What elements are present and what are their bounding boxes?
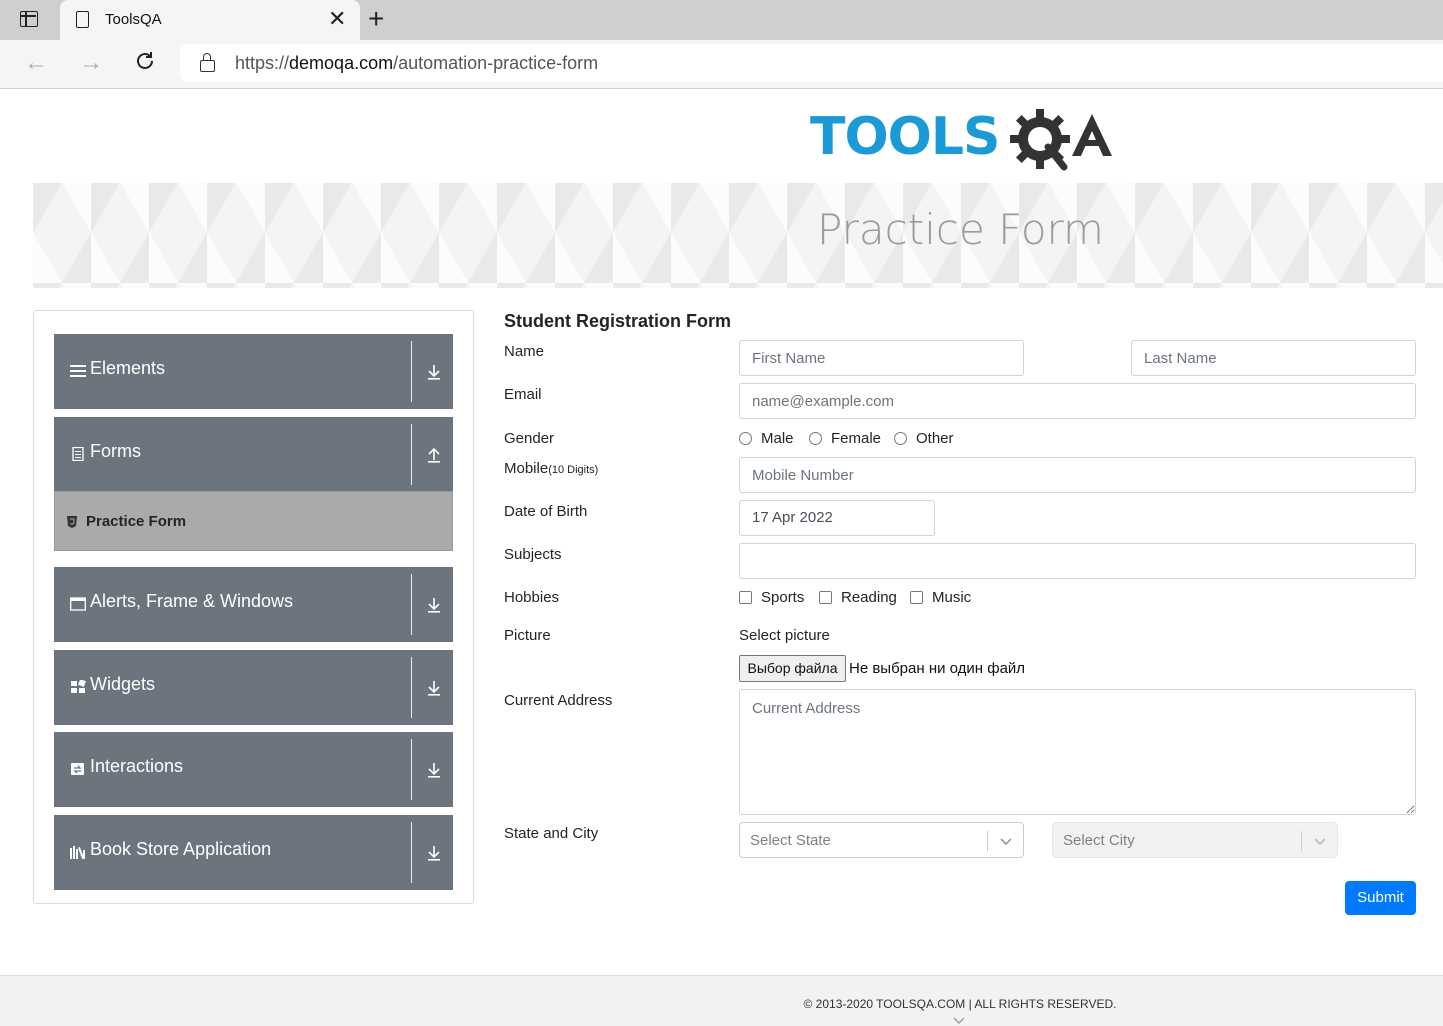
sidebar-group-elements[interactable]: Elements — [54, 334, 453, 409]
toolsqa-logo[interactable]: TOOLS — [810, 104, 1114, 174]
browser-nav-bar: ← → https://demoqa.com/automation-practi… — [0, 40, 1443, 89]
divider — [411, 424, 412, 485]
current-address-textarea[interactable] — [739, 689, 1416, 815]
back-arrow-icon[interactable]: ← — [24, 50, 48, 76]
state-city-label: State and City — [504, 825, 599, 842]
checkbox-box[interactable] — [910, 591, 923, 604]
current-address-label: Current Address — [504, 692, 613, 709]
widgets-icon — [71, 680, 86, 693]
gender-other-radio[interactable]: Other — [894, 430, 954, 447]
select-picture-label: Select picture — [739, 627, 830, 644]
document-icon — [72, 447, 84, 461]
footer-copyright: © 2013-2020 TOOLSQA.COM | ALL RIGHTS RES… — [803, 997, 1117, 1011]
close-tab-icon[interactable]: ✕ — [328, 7, 346, 31]
chevron-down-icon[interactable] — [953, 1017, 965, 1025]
picture-label: Picture — [504, 627, 551, 644]
footer: © 2013-2020 TOOLSQA.COM | ALL RIGHTS RES… — [0, 975, 1443, 1026]
page-icon — [76, 11, 89, 28]
sidebar-group-label: Book Store Application — [90, 839, 272, 859]
tab-title: ToolsQA — [105, 11, 162, 28]
svg-text:TOOLS: TOOLS — [810, 107, 999, 167]
submit-button[interactable]: Submit — [1345, 881, 1416, 915]
sidebar: Elements Forms Practice Form Alerts, Fra… — [33, 310, 474, 904]
sidebar-group-widgets[interactable]: Widgets — [54, 650, 453, 725]
url-text[interactable]: https://demoqa.com/automation-practice-f… — [235, 53, 598, 74]
name-label: Name — [504, 343, 545, 360]
choose-file-button[interactable]: Выбор файла — [739, 655, 846, 682]
divider — [411, 574, 412, 635]
divider — [987, 831, 988, 851]
file-status-text: Не выбран ни один файл — [849, 660, 1026, 677]
gender-male-radio[interactable]: Male — [739, 430, 794, 447]
new-tab-icon[interactable]: + — [368, 4, 384, 34]
checkbox-box[interactable] — [739, 591, 752, 604]
sidebar-group-label: Elements — [90, 358, 166, 378]
browser-tab[interactable]: ToolsQA ✕ — [60, 0, 360, 40]
expand-arrow-icon[interactable] — [427, 761, 441, 779]
radio-circle[interactable] — [894, 432, 907, 445]
sidebar-group-label: Forms — [90, 441, 141, 461]
dob-label: Date of Birth — [504, 503, 588, 520]
interactions-icon — [71, 763, 84, 775]
gender-female-radio[interactable]: Female — [809, 430, 881, 447]
hobby-music-checkbox[interactable]: Music — [910, 589, 971, 606]
hobby-sports-checkbox[interactable]: Sports — [739, 589, 804, 606]
sidebar-group-interactions[interactable]: Interactions — [54, 732, 453, 807]
radio-circle[interactable] — [739, 432, 752, 445]
mobile-label: Mobile(10 Digits) — [504, 460, 599, 477]
chevron-down-icon[interactable] — [1000, 835, 1012, 847]
form-title: Student Registration Form — [504, 311, 732, 331]
sidebar-group-label: Widgets — [90, 674, 156, 694]
expand-arrow-icon[interactable] — [427, 596, 441, 614]
books-icon — [70, 846, 85, 859]
date-of-birth-input[interactable]: 17 Apr 2022 — [739, 500, 935, 536]
state-select[interactable]: Select State — [739, 822, 1024, 858]
first-name-input[interactable] — [739, 340, 1024, 376]
page-banner: Practice Form — [33, 183, 1443, 288]
city-select[interactable]: Select City — [1052, 822, 1338, 858]
expand-arrow-icon[interactable] — [427, 363, 441, 381]
sidebar-group-label: Alerts, Frame & Windows — [90, 591, 294, 611]
email-input[interactable] — [739, 383, 1416, 419]
html5-icon — [67, 516, 77, 528]
lock-icon[interactable] — [200, 53, 215, 72]
address-bar[interactable]: https://demoqa.com/automation-practice-f… — [180, 44, 1443, 82]
window-icon — [70, 597, 86, 611]
subjects-input[interactable] — [739, 543, 1416, 579]
expand-arrow-icon[interactable] — [427, 679, 441, 697]
radio-circle[interactable] — [809, 432, 822, 445]
sidebar-group-forms[interactable]: Forms — [54, 417, 453, 492]
email-label: Email — [504, 386, 542, 403]
mobile-hint: (10 Digits) — [548, 464, 599, 476]
sidebar-item-practice-form[interactable]: Practice Form — [54, 491, 453, 551]
sidebar-group-book-store[interactable]: Book Store Application — [54, 815, 453, 890]
tab-actions-icon[interactable] — [20, 11, 38, 27]
browser-tab-bar: ToolsQA ✕ + — [0, 0, 1443, 40]
divider — [411, 822, 412, 883]
state-placeholder: Select State — [750, 832, 831, 849]
forward-arrow-icon[interactable]: → — [79, 50, 103, 76]
divider — [411, 341, 412, 402]
divider — [411, 739, 412, 800]
subjects-label: Subjects — [504, 546, 562, 563]
last-name-input[interactable] — [1131, 340, 1416, 376]
hobbies-label: Hobbies — [504, 589, 560, 606]
city-placeholder: Select City — [1063, 832, 1135, 849]
sidebar-group-alerts[interactable]: Alerts, Frame & Windows — [54, 567, 453, 642]
mobile-input[interactable] — [739, 457, 1416, 493]
chevron-down-icon[interactable] — [1314, 835, 1326, 847]
collapse-arrow-icon[interactable] — [427, 446, 441, 464]
page-title: Practice Form — [817, 205, 1104, 254]
sidebar-item-label: Practice Form — [86, 513, 187, 530]
checkbox-box[interactable] — [819, 591, 832, 604]
expand-arrow-icon[interactable] — [427, 844, 441, 862]
divider — [1301, 831, 1302, 851]
sidebar-group-label: Interactions — [90, 756, 184, 776]
divider — [411, 657, 412, 718]
reload-icon[interactable] — [134, 50, 156, 78]
gender-label: Gender — [504, 430, 555, 447]
hobby-reading-checkbox[interactable]: Reading — [819, 589, 897, 606]
hamburger-icon — [70, 365, 86, 377]
